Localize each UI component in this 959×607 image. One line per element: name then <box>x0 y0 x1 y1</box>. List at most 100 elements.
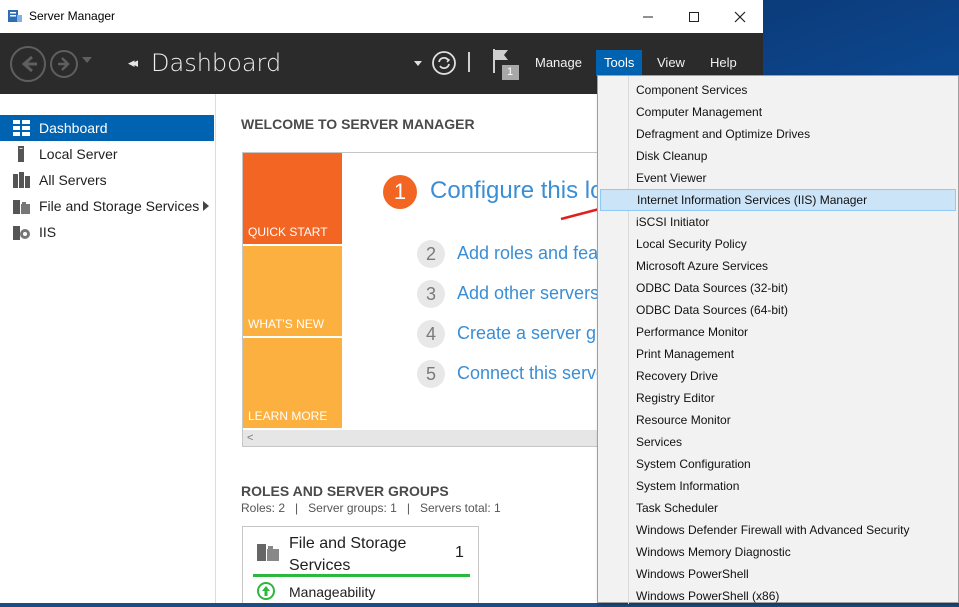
chevron-right-icon <box>203 201 209 211</box>
tools-menu-item[interactable]: Disk Cleanup <box>600 145 956 167</box>
server-manager-app-icon <box>8 10 22 22</box>
tools-menu-item-label: Component Services <box>636 83 748 97</box>
dashboard-icon <box>13 120 30 136</box>
tools-menu-item[interactable]: Services <box>600 431 956 453</box>
step-3-number: 3 <box>417 280 445 308</box>
tools-menu-item-label: Windows PowerShell <box>636 567 749 581</box>
role-name: File and Storage Services <box>289 535 407 574</box>
tools-menu-item-label: ODBC Data Sources (64-bit) <box>636 303 789 317</box>
tools-menu-item[interactable]: Defragment and Optimize Drives <box>600 123 956 145</box>
tools-menu-item-label: Resource Monitor <box>636 413 731 427</box>
close-button[interactable] <box>717 0 763 33</box>
role-card-file-storage[interactable]: File and Storage Services 1 Manageabilit… <box>242 526 479 603</box>
sidebar-item-dashboard[interactable]: Dashboard <box>0 115 214 141</box>
back-button[interactable] <box>10 46 46 82</box>
sidebar-item-label: Local Server <box>39 146 118 162</box>
iis-icon <box>13 226 30 240</box>
tools-menu-item-label: Microsoft Azure Services <box>636 259 769 273</box>
status-line <box>253 574 470 577</box>
step-4-link[interactable]: Create a server group <box>457 323 603 344</box>
tools-menu-item[interactable]: Internet Information Services (IIS) Mana… <box>600 189 956 211</box>
notifications-button[interactable]: 1 <box>490 47 520 81</box>
storage-icon <box>257 544 279 561</box>
tools-menu-item-label: Services <box>636 435 683 449</box>
menu-manage[interactable]: Manage <box>527 50 590 76</box>
tile-learn-more[interactable]: LEARN MORE <box>243 338 342 428</box>
tools-menu-item-label: Event Viewer <box>636 171 707 185</box>
breadcrumb-dropdown-icon[interactable] <box>414 61 422 66</box>
tools-menu-item[interactable]: Registry Editor <box>600 387 956 409</box>
tools-menu-item[interactable]: Recovery Drive <box>600 365 956 387</box>
tools-menu-item-label: Windows Defender Firewall with Advanced … <box>636 523 910 537</box>
up-arrow-status-icon <box>257 582 275 600</box>
horizontal-scrollbar[interactable]: < <box>243 430 603 446</box>
refresh-icon[interactable] <box>432 51 456 75</box>
tools-menu-item[interactable]: Microsoft Azure Services <box>600 255 956 277</box>
tools-menu-item[interactable]: Windows PowerShell (x86) <box>600 585 956 607</box>
sidebar-item-file-storage[interactable]: File and Storage Services <box>0 193 214 219</box>
tools-menu-item[interactable]: iSCSI Initiator <box>600 211 956 233</box>
close-icon <box>734 11 746 22</box>
manageability-link[interactable]: Manageability <box>289 584 375 600</box>
step-3-link[interactable]: Add other servers to manage <box>457 283 603 304</box>
tools-menu-item[interactable]: ODBC Data Sources (64-bit) <box>600 299 956 321</box>
tools-menu-item[interactable]: Task Scheduler <box>600 497 956 519</box>
forward-button[interactable] <box>50 50 78 78</box>
scroll-left-icon[interactable]: < <box>247 432 253 444</box>
roles-title: ROLES AND SERVER GROUPS <box>241 483 449 499</box>
tools-dropdown-menu: Component Services Computer Management Def… <box>597 75 959 604</box>
sidebar-item-iis[interactable]: IIS <box>0 219 214 245</box>
tile-quick-start[interactable]: QUICK START <box>243 153 342 244</box>
flag-icon <box>493 49 519 80</box>
tools-menu-item-label: Performance Monitor <box>636 325 749 339</box>
arrow-right-icon <box>58 57 70 71</box>
tile-whats-new[interactable]: WHAT'S NEW <box>243 246 342 336</box>
breadcrumb: Dashboard <box>151 49 282 77</box>
sidebar-item-all-servers[interactable]: All Servers <box>0 167 214 193</box>
sidebar-item-local-server[interactable]: Local Server <box>0 141 214 167</box>
maximize-button[interactable] <box>671 0 717 33</box>
menu-tools[interactable]: Tools <box>596 50 643 76</box>
step-5-number: 5 <box>417 360 445 388</box>
tools-menu-item[interactable]: Windows Defender Firewall with Advanced … <box>600 519 956 541</box>
tools-menu-item[interactable]: System Configuration <box>600 453 956 475</box>
quick-start-panel: QUICK START WHAT'S NEW LEARN MORE 1 Conf… <box>242 152 604 447</box>
tools-menu-item[interactable]: Event Viewer <box>600 167 956 189</box>
step-5-link[interactable]: Connect this server to cloud services <box>457 363 603 384</box>
notification-count-badge: 1 <box>507 66 514 78</box>
storage-icon <box>13 200 30 214</box>
tools-menu-item-label: Computer Management <box>636 105 763 119</box>
sidebar-item-label: IIS <box>39 224 57 240</box>
minimize-icon <box>643 16 653 17</box>
history-dropdown-icon[interactable] <box>82 57 92 63</box>
tools-menu-item[interactable]: Windows PowerShell <box>600 563 956 585</box>
tools-menu-item-label: ODBC Data Sources (32-bit) <box>636 281 789 295</box>
header-separator <box>468 52 470 72</box>
tools-menu-item[interactable]: ODBC Data Sources (32-bit) <box>600 277 956 299</box>
tools-menu-item-label: Disk Cleanup <box>636 149 708 163</box>
arrow-left-icon <box>21 55 37 73</box>
step-2-link[interactable]: Add roles and features <box>457 243 603 264</box>
tools-menu-item-label: Local Security Policy <box>636 237 747 251</box>
server-icon <box>18 146 24 162</box>
tools-menu-item-label: iSCSI Initiator <box>636 215 710 229</box>
tools-menu-item[interactable]: Computer Management <box>600 101 956 123</box>
tools-menu-item[interactable]: Performance Monitor <box>600 321 956 343</box>
tools-menu-item[interactable]: System Information <box>600 475 956 497</box>
tools-menu-item-label: System Configuration <box>636 457 751 471</box>
tools-menu-item[interactable]: Component Services <box>600 79 956 101</box>
roles-stats: Roles: 2 | Server groups: 1 | Servers to… <box>241 501 501 515</box>
tools-menu-item-label: System Information <box>636 479 740 493</box>
menu-help[interactable]: Help <box>702 50 745 76</box>
tools-menu-item-label: Internet Information Services (IIS) Mana… <box>637 193 868 207</box>
menu-view[interactable]: View <box>649 50 693 76</box>
tile-label: LEARN MORE <box>248 409 328 423</box>
tools-menu-item-label: Windows PowerShell (x86) <box>636 589 780 603</box>
tools-menu-item[interactable]: Resource Monitor <box>600 409 956 431</box>
minimize-button[interactable] <box>625 0 671 33</box>
tools-menu-item[interactable]: Windows Memory Diagnostic <box>600 541 956 563</box>
sidebar-item-label: File and Storage Services <box>39 198 200 214</box>
tools-menu-item[interactable]: Local Security Policy <box>600 233 956 255</box>
sidebar-item-label: Dashboard <box>39 120 108 136</box>
tools-menu-item[interactable]: Print Management <box>600 343 956 365</box>
